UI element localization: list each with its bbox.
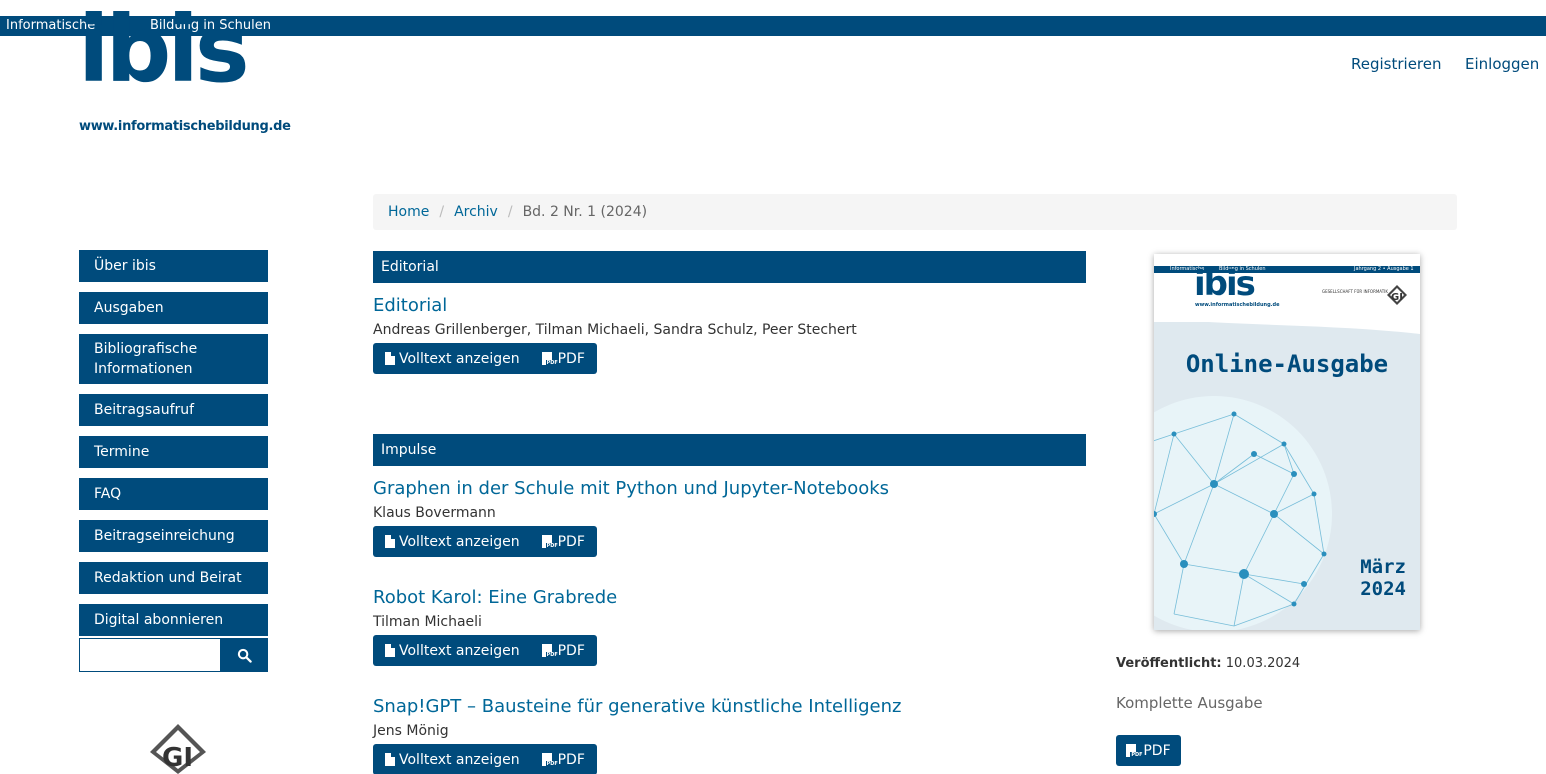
issue-cover-image[interactable]: Informatische Bildung in Schulen Jahrgan…	[1154, 254, 1420, 630]
article-galleys: Volltext anzeigen PDF PDF	[373, 635, 597, 666]
breadcrumb-current: Bd. 2 Nr. 1 (2024)	[522, 204, 648, 220]
svg-text:GI: GI	[162, 743, 193, 773]
article-galleys: Volltext anzeigen PDF PDF	[373, 744, 597, 774]
logo-url: www.informatischebildung.de	[79, 119, 291, 134]
article-title-link[interactable]: Editorial	[373, 295, 1086, 317]
pdf-icon: PDF	[1126, 743, 1144, 758]
sidebar-item-termine[interactable]: Termine	[79, 436, 268, 468]
cover-title: Online-Ausgabe	[1185, 350, 1389, 378]
search-form	[79, 638, 268, 672]
section-heading-impulse: Impulse	[373, 434, 1086, 466]
pdf-label: PDF	[557, 533, 585, 550]
fulltext-label: Volltext anzeigen	[399, 533, 520, 550]
cover-bar-right: Jahrgang 2 • Ausgabe 1	[1354, 266, 1414, 272]
sidebar-item-ueber-ibis[interactable]: Über ibis	[79, 250, 268, 282]
sidebar-item-redaktion-und-beirat[interactable]: Redaktion und Beirat	[79, 562, 268, 594]
pdf-button[interactable]: PDF PDF	[541, 642, 585, 659]
article-item: Editorial Andreas Grillenberger, Tilman …	[373, 295, 1086, 374]
gi-logo-icon: GI	[1387, 285, 1407, 305]
complete-issue-pdf-button[interactable]: PDF PDF	[1116, 735, 1181, 766]
published-label: Veröffentlicht:	[1116, 656, 1222, 671]
file-icon	[385, 753, 395, 766]
article-title-link[interactable]: Robot Karol: Eine Grabrede	[373, 587, 1086, 609]
fulltext-button[interactable]: Volltext anzeigen	[385, 351, 520, 367]
article-authors: Andreas Grillenberger, Tilman Michaeli, …	[373, 322, 857, 338]
pdf-icon: PDF	[541, 752, 559, 767]
svg-text:GI: GI	[1391, 292, 1403, 303]
file-icon	[385, 535, 395, 548]
breadcrumb-home[interactable]: Home	[388, 204, 429, 220]
register-link[interactable]: Registrieren	[1351, 55, 1442, 73]
article-galleys: Volltext anzeigen PDF PDF	[373, 526, 597, 557]
fulltext-label: Volltext anzeigen	[399, 751, 520, 768]
sidebar-item-beitragseinreichung[interactable]: Beitragseinreichung	[79, 520, 268, 552]
cover-wave-shape	[1154, 310, 1420, 334]
fulltext-button[interactable]: Volltext anzeigen	[385, 534, 520, 550]
cover-url: www.informatischebildung.de	[1195, 302, 1280, 308]
article-authors: Jens Mönig	[373, 723, 449, 739]
pdf-label: PDF	[557, 350, 585, 367]
sidebar-item-ausgaben[interactable]: Ausgaben	[79, 292, 268, 324]
cover-month: März	[1360, 556, 1406, 578]
breadcrumb-separator: /	[439, 204, 445, 220]
article-title-link[interactable]: Graphen in der Schule mit Python und Jup…	[373, 478, 1086, 500]
search-icon	[237, 648, 252, 663]
article-authors: Klaus Bovermann	[373, 505, 496, 521]
search-input[interactable]	[79, 638, 221, 672]
breadcrumb-separator: /	[507, 204, 513, 220]
pdf-label: PDF	[557, 642, 585, 659]
article-item: Graphen in der Schule mit Python und Jup…	[373, 478, 1086, 557]
cover-gi-text: GESELLSCHAFT FÜR INFORMATIK	[1322, 289, 1388, 294]
article-galleys: Volltext anzeigen PDF PDF	[373, 343, 597, 374]
article-item: Snap!GPT – Bausteine für generative küns…	[373, 696, 1086, 774]
fulltext-label: Volltext anzeigen	[399, 642, 520, 659]
login-link[interactable]: Einloggen	[1465, 55, 1539, 73]
article-title-link[interactable]: Snap!GPT – Bausteine für generative küns…	[373, 696, 1086, 718]
sidebar-item-bibliografische-informationen[interactable]: Bibliografische Informationen	[79, 334, 268, 384]
cover-year: 2024	[1360, 578, 1406, 600]
pdf-label: PDF	[557, 751, 585, 768]
complete-issue-heading: Komplette Ausgabe	[1116, 694, 1263, 712]
complete-issue-pdf-label: PDF	[1143, 742, 1171, 759]
pdf-button[interactable]: PDF PDF	[541, 751, 585, 768]
fulltext-button[interactable]: Volltext anzeigen	[385, 752, 520, 768]
pdf-icon: PDF	[541, 643, 559, 658]
issue-toc: Editorial Editorial Andreas Grillenberge…	[373, 251, 1086, 774]
search-button[interactable]	[221, 638, 268, 672]
pdf-icon: PDF	[541, 351, 559, 366]
breadcrumb-archive[interactable]: Archiv	[454, 204, 498, 220]
pdf-icon: PDF	[541, 534, 559, 549]
sidebar-item-digital-abonnieren[interactable]: Digital abonnieren	[79, 604, 268, 636]
pdf-button[interactable]: PDF PDF	[541, 533, 585, 550]
breadcrumb: Home / Archiv / Bd. 2 Nr. 1 (2024)	[373, 194, 1457, 230]
gi-logo-icon: GI	[150, 724, 206, 774]
sidebar-nav: Über ibis Ausgaben Bibliografische Infor…	[79, 250, 268, 646]
section-heading-editorial: Editorial	[373, 251, 1086, 283]
sidebar-item-faq[interactable]: FAQ	[79, 478, 268, 510]
published-date: Veröffentlicht: 10.03.2024	[1116, 656, 1300, 671]
file-icon	[385, 352, 395, 365]
logo-wordmark: ibis	[78, 0, 250, 103]
sidebar-item-beitragsaufruf[interactable]: Beitragsaufruf	[79, 394, 268, 426]
site-logo[interactable]: ibis www.informatischebildung.de	[78, 0, 291, 140]
cover-logo: ibis	[1194, 264, 1256, 304]
fulltext-button[interactable]: Volltext anzeigen	[385, 643, 520, 659]
fulltext-label: Volltext anzeigen	[399, 350, 520, 367]
article-item: Robot Karol: Eine Grabrede Tilman Michae…	[373, 587, 1086, 666]
pdf-button[interactable]: PDF PDF	[541, 350, 585, 367]
file-icon	[385, 644, 395, 657]
network-globe-icon	[1154, 396, 1332, 630]
article-authors: Tilman Michaeli	[373, 614, 482, 630]
published-value: 10.03.2024	[1225, 656, 1301, 671]
